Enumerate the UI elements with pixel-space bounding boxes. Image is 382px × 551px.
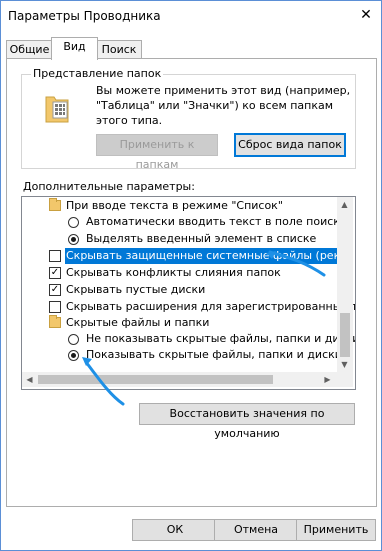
arrow-show-hidden xyxy=(84,360,125,406)
arrow-hide-protected xyxy=(268,250,326,277)
arrow-head-show-hidden xyxy=(82,357,92,366)
annotation-arrows xyxy=(82,250,326,406)
explorer-options-dialog: Параметры Проводника ✕ Общие Вид Поиск П… xyxy=(0,0,382,551)
arrow-head-hide-protected xyxy=(266,251,276,259)
tab-view[interactable]: Вид xyxy=(51,37,98,60)
